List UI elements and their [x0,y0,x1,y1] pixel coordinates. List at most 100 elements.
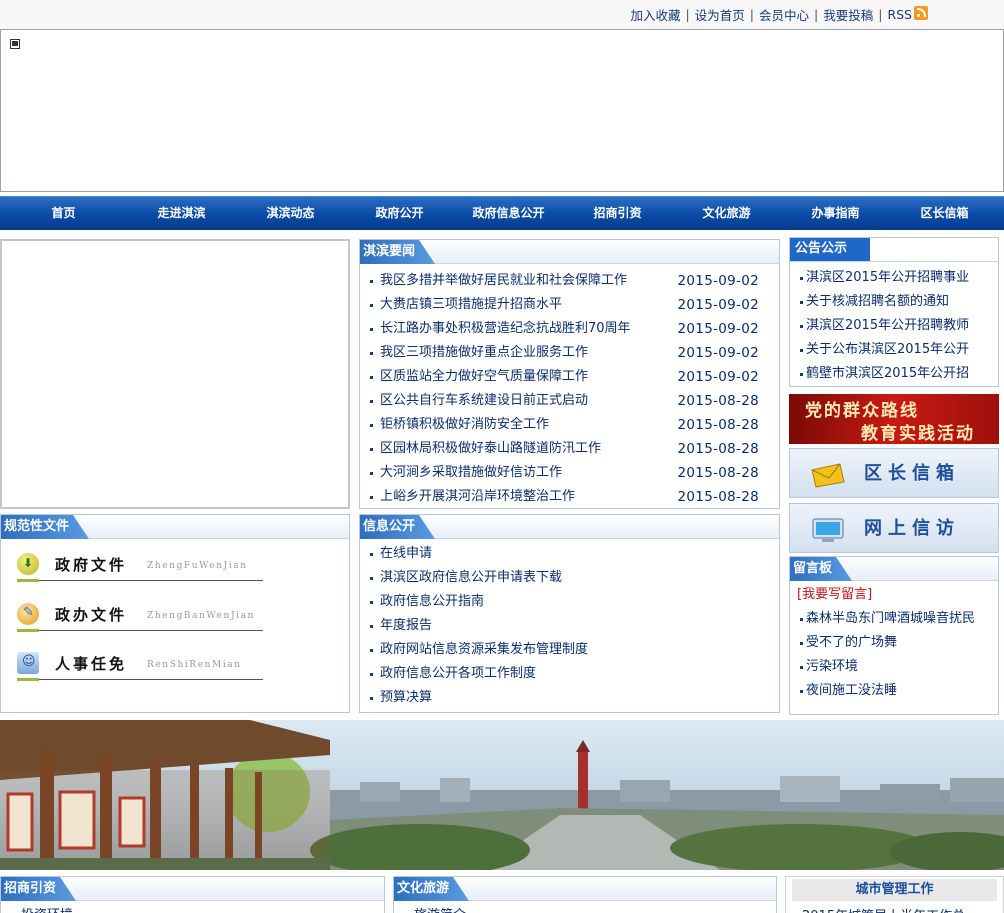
nav-mayor-mailbox[interactable]: 区长信箱 [890,197,999,230]
nav-about[interactable]: 走进淇滨 [127,197,236,230]
submit-article-link[interactable]: 我要投稿 [823,5,873,24]
notice-item[interactable]: 关于公布淇滨区2015年公开 [790,338,998,362]
nav-gov-info[interactable]: 政府信息公开 [454,197,563,230]
info-title[interactable]: 信息公开 [360,515,435,539]
pencil-icon: ✎ [23,605,34,620]
guestbook-item[interactable]: 森林半岛东门啤酒城噪音扰民 [790,607,998,631]
news-item-date: 2015-08-28 [677,465,759,481]
info-item[interactable]: 淇滨区政府信息公开申请表下载 [360,566,779,590]
news-item-title[interactable]: 区园林局积极做好泰山路隧道防汛工作 [380,441,601,456]
doc-row-personnel[interactable]: ☺ 人事任免 RenShiRenMian [17,652,263,682]
info-item[interactable]: 政府信息公开指南 [360,590,779,614]
news-item-date: 2015-09-02 [677,321,759,337]
news-item-date: 2015-08-28 [677,489,759,505]
notice-item[interactable]: 鹤壁市淇滨区2015年公开招 [790,362,998,386]
campaign-banner[interactable]: 党的群众路线 教育实践活动 [789,394,999,444]
news-item-title[interactable]: 钜桥镇积极做好消防安全工作 [380,417,549,432]
nav-home[interactable]: 首页 [0,197,127,230]
separator: | [685,7,690,22]
guestbook-item[interactable]: 夜间施工没法睡 [790,679,998,703]
news-item-title[interactable]: 区质监站全力做好空气质量保障工作 [380,369,588,384]
online-petition-label: 网上信访 [864,518,960,539]
mayor-mailbox-button[interactable]: 区长信箱 [789,448,999,498]
write-message-link[interactable]: [我要写留言] [790,583,998,607]
news-item-title[interactable]: 大河涧乡采取措施做好信访工作 [380,465,562,480]
news-title[interactable]: 淇滨要闻 [360,240,435,264]
banner [0,29,1004,192]
news-item[interactable]: 大赉店镇三项措施提升招商水平 2015-09-02 [360,293,779,317]
main-nav: 首页 走进淇滨 淇滨动态 政府公开 政府信息公开 招商引资 文化旅游 办事指南 … [0,196,1004,230]
nav-news[interactable]: 淇滨动态 [236,197,345,230]
news-list: 我区多措并举做好居民就业和社会保障工作 2015-09-02 大赉店镇三项措施提升… [360,269,779,509]
nav-investment[interactable]: 招商引资 [563,197,672,230]
slideshow-area[interactable] [0,239,350,509]
investment-item[interactable]: 投资环境 [1,904,384,913]
info-item[interactable]: 年度报告 [360,614,779,638]
monitor-icon [812,518,844,542]
nav-service-guide[interactable]: 办事指南 [781,197,890,230]
rss-icon[interactable] [914,5,928,20]
investment-panel: 招商引资 投资环境 [0,876,385,913]
info-item[interactable]: 在线申请 [360,542,779,566]
news-item-title[interactable]: 上峪乡开展淇河沿岸环境整治工作 [380,489,575,504]
tourism-header: 文化旅游 [394,877,776,901]
tourism-item[interactable]: 旅游简介 [394,904,776,913]
docs-title[interactable]: 规范性文件 [1,515,89,539]
news-item-title[interactable]: 长江路办事处积极营造纪念抗战胜利70周年 [380,321,631,336]
info-item[interactable]: 预算决算 [360,686,779,710]
notice-panel: 公告公示 淇滨区2015年公开招聘事业 关于核减招聘名额的通知 淇滨区2015年… [789,237,999,387]
member-center-link[interactable]: 会员中心 [759,5,809,24]
news-item-title[interactable]: 我区多措并举做好居民就业和社会保障工作 [380,273,627,288]
news-item-title[interactable]: 大赉店镇三项措施提升招商水平 [380,297,562,312]
news-item[interactable]: 大河涧乡采取措施做好信访工作 2015-08-28 [360,461,779,485]
info-header: 信息公开 [360,515,779,539]
news-item[interactable]: 上峪乡开展淇河沿岸环境整治工作 2015-08-28 [360,485,779,509]
guestbook-list: 森林半岛东门啤酒城噪音扰民 受不了的广场舞 污染环境 夜间施工没法睡 [790,607,998,703]
rss-link[interactable]: RSS [887,7,912,22]
news-item-date: 2015-08-28 [677,441,759,457]
add-favorite-link[interactable]: 加入收藏 [631,5,681,24]
doc-pinyin: ZhengBanWenJian [147,611,255,621]
investment-title[interactable]: 招商引资 [1,877,76,901]
notice-item[interactable]: 淇滨区2015年公开招聘事业 [790,266,998,290]
news-item-title[interactable]: 区公共自行车系统建设日前正式启动 [380,393,588,408]
doc-label: 政办文件 [55,606,128,624]
news-item-date: 2015-08-28 [677,393,759,409]
guestbook-item[interactable]: 污染环境 [790,655,998,679]
news-item[interactable]: 区园林局积极做好泰山路隧道防汛工作 2015-08-28 [360,437,779,461]
divider [17,579,263,582]
info-item[interactable]: 政府网站信息资源采集发布管理制度 [360,638,779,662]
news-item[interactable]: 我区多措并举做好居民就业和社会保障工作 2015-09-02 [360,269,779,293]
set-homepage-link[interactable]: 设为首页 [695,5,745,24]
guestbook-title[interactable]: 留言板 [790,557,852,581]
notice-item[interactable]: 淇滨区2015年公开招聘教师 [790,314,998,338]
campaign-line2: 教育实践活动 [861,424,975,444]
mayor-mailbox-label: 区长信箱 [864,463,960,484]
news-header: 淇滨要闻 [360,240,779,264]
news-item[interactable]: 长江路办事处积极营造纪念抗战胜利70周年 2015-09-02 [360,317,779,341]
news-item[interactable]: 区公共自行车系统建设日前正式启动 2015-08-28 [360,389,779,413]
notice-item[interactable]: 关于核减招聘名额的通知 [790,290,998,314]
notice-title[interactable]: 公告公示 [790,238,870,261]
divider [17,678,263,681]
info-item[interactable]: 政府信息公开各项工作制度 [360,662,779,686]
city-management-item[interactable]: 2015年城管局上半年工作总 [786,905,1003,913]
nav-culture-tourism[interactable]: 文化旅游 [672,197,781,230]
news-item[interactable]: 钜桥镇积极做好消防安全工作 2015-08-28 [360,413,779,437]
tourism-title[interactable]: 文化旅游 [394,877,469,901]
online-petition-button[interactable]: 网上信访 [789,503,999,553]
docs-panel: 规范性文件 ⬇ 政府文件 ZhengFuWenJian ✎ 政办文件 Zheng… [0,514,350,713]
news-item[interactable]: 区质监站全力做好空气质量保障工作 2015-09-02 [360,365,779,389]
doc-row-gov-files[interactable]: ⬇ 政府文件 ZhengFuWenJian [17,553,263,583]
nav-gov-public[interactable]: 政府公开 [345,197,454,230]
separator: | [749,7,754,22]
guestbook-panel: 留言板 [我要写留言] 森林半岛东门啤酒城噪音扰民 受不了的广场舞 污染环境 夜… [789,556,999,715]
news-item-title[interactable]: 我区三项措施做好重点企业服务工作 [380,345,588,360]
divider [17,629,263,632]
doc-row-office-files[interactable]: ✎ 政办文件 ZhengBanWenJian [17,603,263,633]
guestbook-item[interactable]: 受不了的广场舞 [790,631,998,655]
campaign-line1: 党的群众路线 [805,401,919,421]
news-item-date: 2015-09-02 [677,369,759,385]
city-management-title[interactable]: 城市管理工作 [792,879,997,901]
news-item[interactable]: 我区三项措施做好重点企业服务工作 2015-09-02 [360,341,779,365]
